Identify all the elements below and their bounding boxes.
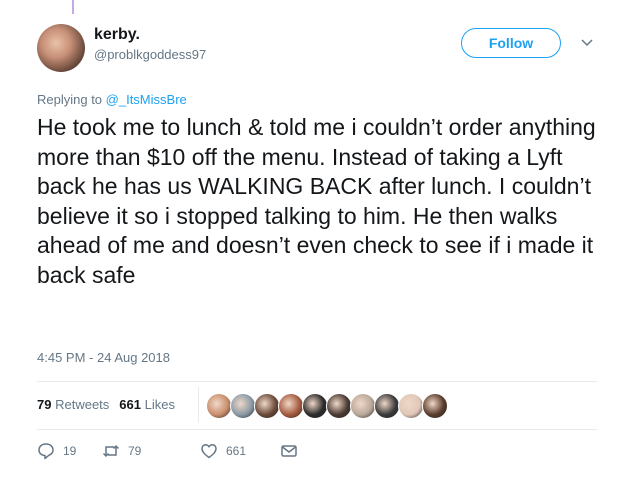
replying-to-link[interactable]: @_ItsMissBre [106,92,187,107]
liker-avatar-8[interactable] [374,393,400,419]
replying-to: Replying to @_ItsMissBre [37,92,187,107]
heart-icon [201,444,217,459]
like-action[interactable]: 661 [200,442,246,460]
thread-connector-line [72,0,74,14]
replying-prefix: Replying to [37,92,106,107]
liker-avatar-7[interactable] [350,393,376,419]
likes-stat[interactable]: 661 Likes [119,397,175,412]
retweet-count: 79 [128,444,142,458]
author-name[interactable]: kerby. [94,26,140,44]
divider [37,429,597,430]
liker-avatar-4[interactable] [278,393,304,419]
retweet-icon [102,444,120,458]
follow-button[interactable]: Follow [461,28,561,58]
likes-count: 661 [119,397,141,412]
likes-label: Likes [144,397,175,412]
chevron-down-icon[interactable] [580,36,594,50]
tweet-stats: 79 Retweets 661 Likes [37,397,175,412]
liker-avatar-5[interactable] [302,393,328,419]
envelope-icon [281,445,297,457]
liker-avatar-9[interactable] [398,393,424,419]
reply-icon [38,443,54,460]
tweet-text: He took me to lunch & told me i couldn’t… [37,114,596,288]
reply-count: 19 [63,444,77,458]
liker-avatar-10[interactable] [422,393,448,419]
direct-message-action[interactable] [280,442,298,460]
retweets-label: Retweets [55,397,110,412]
liker-avatar-6[interactable] [326,393,352,419]
retweets-count: 79 [37,397,52,412]
divider [37,381,597,382]
liker-avatar-1[interactable] [206,393,232,419]
retweets-stat[interactable]: 79 Retweets [37,397,109,412]
author-avatar[interactable] [37,24,85,72]
liker-avatar-2[interactable] [230,393,256,419]
reply-action[interactable]: 19 [37,442,76,460]
like-count: 661 [226,444,247,458]
liker-avatar-3[interactable] [254,393,280,419]
tweet-timestamp[interactable]: 4:45 PM - 24 Aug 2018 [37,350,170,365]
retweet-action[interactable]: 79 [102,442,141,460]
author-handle[interactable]: @problkgoddess97 [94,47,206,62]
stats-separator [198,387,199,423]
